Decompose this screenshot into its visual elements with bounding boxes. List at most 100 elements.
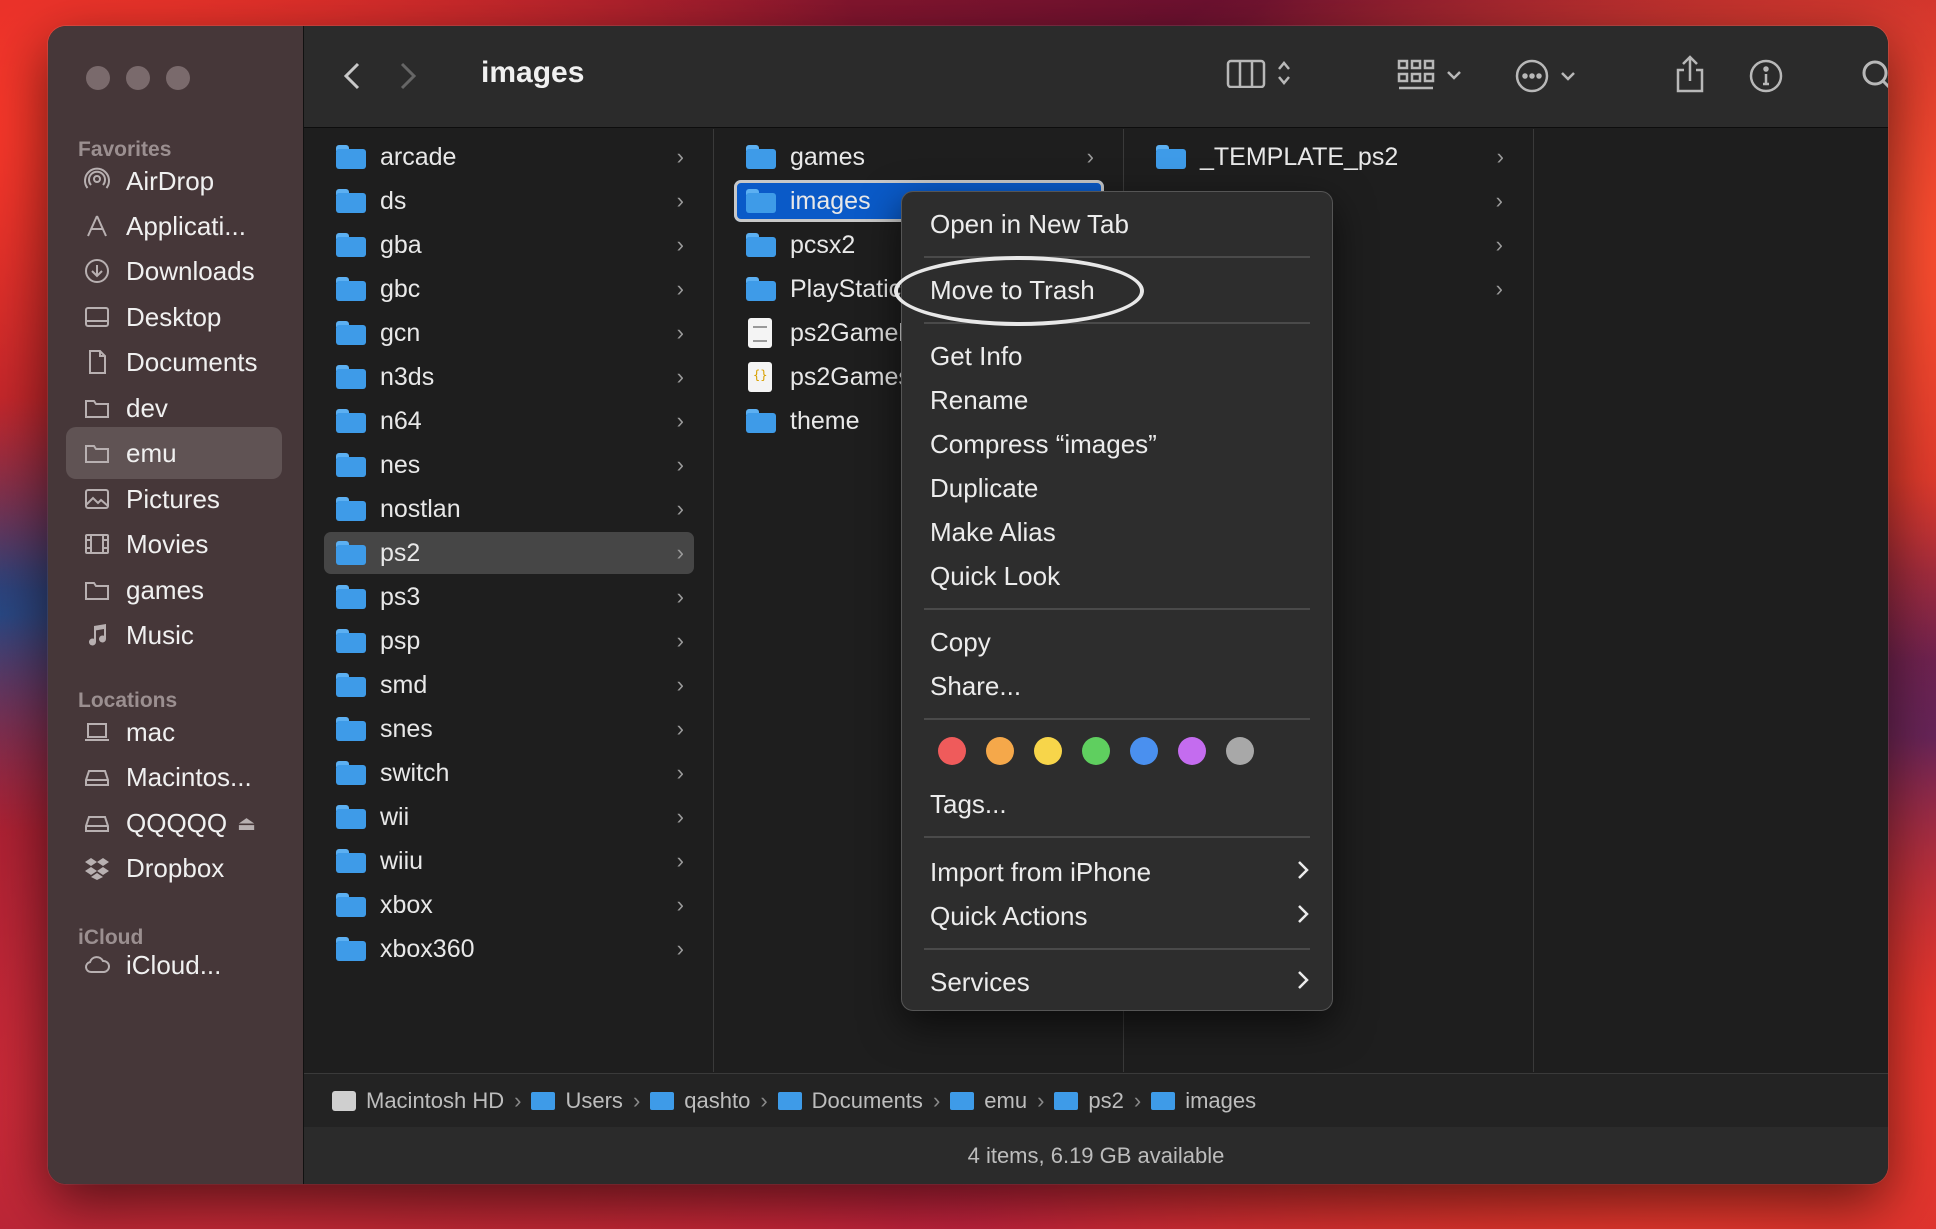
menu-item-compress[interactable]: Compress “images” [930,424,1310,464]
menu-item-quick-actions[interactable]: Quick Actions [930,896,1310,936]
menu-item-share[interactable]: Share... [930,666,1310,706]
menu-item-copy[interactable]: Copy [930,622,1310,662]
sidebar-item-label: games [126,574,205,605]
eject-icon[interactable]: ⏏ [237,811,256,836]
chevron-right-icon: › [1086,144,1094,169]
close-button[interactable] [86,66,110,90]
path-segment[interactable]: Users [531,1088,623,1114]
movies-icon [82,529,112,559]
folder-row[interactable]: games › [734,136,1104,178]
menu-item-import-iphone[interactable]: Import from iPhone [930,852,1310,892]
search-button[interactable] [1860,58,1888,94]
chevron-right-icon: › [676,892,684,917]
disk-icon [332,1090,356,1111]
sidebar-item-music[interactable]: Music [66,609,282,661]
search-icon [1860,58,1888,94]
sidebar-item-downloads[interactable]: Downloads [66,245,282,297]
zoom-button[interactable] [166,66,190,90]
tag-color-dot[interactable] [1034,737,1062,765]
folder-row[interactable]: n3ds › [324,356,694,398]
menu-item-quick-look[interactable]: Quick Look [930,556,1310,596]
chevron-right-icon: › [1495,276,1503,301]
tag-color-dot[interactable] [1226,737,1254,765]
share-button[interactable] [1674,54,1706,94]
folder-row[interactable]: ps2 › [324,532,694,574]
folder-row[interactable]: n64 › [324,400,694,442]
menu-item-tags[interactable]: Tags... [930,784,1310,824]
folder-row[interactable]: xbox360 › [324,928,694,970]
folder-icon [82,438,112,468]
row-label: ps2 [380,538,421,567]
chevron-right-icon: › [676,232,684,257]
menu-item-rename[interactable]: Rename [930,380,1310,420]
folder-row[interactable]: gba › [324,224,694,266]
group-button[interactable] [1396,58,1462,92]
folder-row[interactable]: xbox › [324,884,694,926]
folder-row[interactable]: snes › [324,708,694,750]
folder-icon [336,145,366,169]
menu-item-duplicate[interactable]: Duplicate [930,468,1310,508]
tag-color-dot[interactable] [938,737,966,765]
forward-button[interactable] [396,58,420,94]
menu-item-label: Import from iPhone [930,856,1152,887]
action-button[interactable] [1514,58,1576,94]
menu-item-make-alias[interactable]: Make Alias [930,512,1310,552]
back-button[interactable] [340,58,364,94]
menu-separator [924,718,1310,720]
folder-icon [336,189,366,213]
sidebar-item-label: Applicati... [126,210,246,241]
path-segment[interactable]: qashto [650,1088,750,1114]
tag-color-dot[interactable] [1178,737,1206,765]
folder-row[interactable]: arcade › [324,136,694,178]
sidebar-item-label: Downloads [126,255,255,286]
share-icon [1674,54,1706,94]
row-label: ds [380,186,407,215]
tag-color-dot[interactable] [1130,737,1158,765]
sidebar-item-emu[interactable]: emu [66,427,282,479]
sidebar-item-movies[interactable]: Movies [66,518,282,570]
folder-row[interactable]: switch › [324,752,694,794]
folder-icon [336,629,366,653]
row-label: gcn [380,318,421,347]
menu-item-get-info[interactable]: Get Info [930,336,1310,376]
menu-item-open-new-tab[interactable]: Open in New Tab [930,204,1310,244]
path-separator-icon: › [514,1087,522,1113]
sidebar-item-label: Documents [126,346,258,377]
tag-color-dot[interactable] [1082,737,1110,765]
row-label: theme [790,406,860,435]
path-segment[interactable]: Documents [777,1087,923,1114]
path-segment-label: Documents [811,1087,923,1113]
sidebar-item-icloud[interactable]: iCloud... [66,939,282,991]
folder-row[interactable]: nostlan › [324,488,694,530]
sidebar-item-dropbox[interactable]: Dropbox [66,842,282,894]
window-controls [86,66,190,90]
sidebar-item-macintosh[interactable]: Macintos... [66,751,282,803]
folder-row[interactable]: _TEMPLATE_ps2 › [1144,136,1514,178]
path-segment[interactable]: images [1151,1088,1256,1114]
sidebar-item-label: Music [126,619,194,650]
tag-color-dot[interactable] [986,737,1014,765]
folder-row[interactable]: gbc › [324,268,694,310]
path-segment[interactable]: emu [950,1088,1027,1114]
folder-row[interactable]: wiiu › [324,840,694,882]
folder-row[interactable]: ds › [324,180,694,222]
path-segment[interactable]: Macintosh HD [332,1088,504,1114]
path-segment[interactable]: ps2 [1054,1088,1124,1114]
view-mode-button[interactable] [1226,58,1292,88]
chevron-right-icon: › [676,628,684,653]
info-button[interactable] [1748,58,1784,94]
folder-row[interactable]: ps3 › [324,576,694,618]
folder-row[interactable]: nes › [324,444,694,486]
folder-row[interactable]: psp › [324,620,694,662]
chevron-right-icon [1296,901,1310,932]
chevron-left-icon [340,58,364,94]
folder-row[interactable]: smd › [324,664,694,706]
chevron-right-icon: › [676,408,684,433]
minimize-button[interactable] [126,66,150,90]
dropbox-icon [82,853,112,883]
menu-item-services[interactable]: Services [930,962,1310,1002]
folder-icon [336,321,366,345]
folder-row[interactable]: wii › [324,796,694,838]
folder-row[interactable]: gcn › [324,312,694,354]
sidebar-item-documents[interactable]: Documents [66,336,282,388]
